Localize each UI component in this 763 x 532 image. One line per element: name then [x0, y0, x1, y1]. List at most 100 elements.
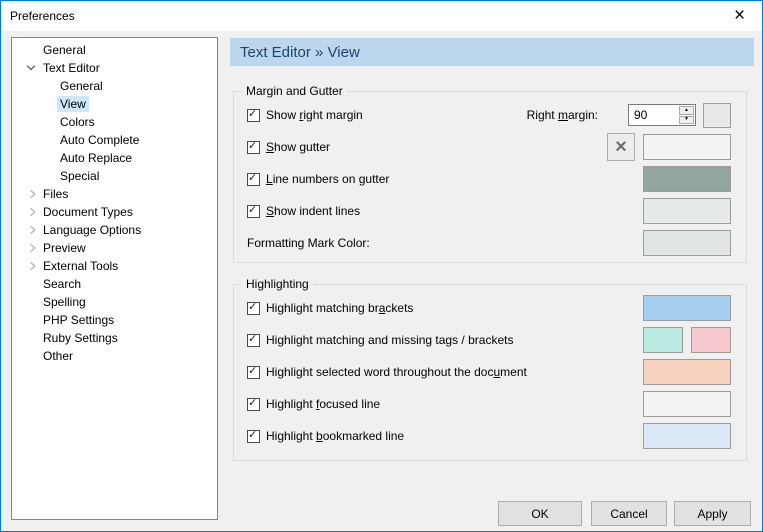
sidebar-item-ruby-settings[interactable]: Ruby Settings	[12, 329, 217, 347]
row-show-right-margin: ✓ Show right margin Right margin: 90 ▲ ▼	[234, 99, 746, 131]
check-icon: ✓	[248, 300, 257, 313]
chevron-spacer	[24, 44, 40, 57]
highlight-bookmarked-line-checkbox[interactable]: ✓	[247, 430, 260, 443]
row-highlight-matching-brackets: ✓ Highlight matching brackets	[234, 292, 746, 324]
cancel-button[interactable]: Cancel	[591, 501, 667, 526]
apply-button[interactable]: Apply	[674, 501, 751, 526]
formatting-mark-color-swatch[interactable]	[643, 230, 731, 256]
chevron-spacer	[24, 296, 40, 309]
right-margin-spinner[interactable]: 90 ▲ ▼	[628, 104, 696, 126]
line-numbers-color-swatch[interactable]	[643, 166, 731, 192]
selected-word-color-swatch[interactable]	[643, 359, 731, 385]
show-gutter-checkbox[interactable]: ✓	[247, 141, 260, 154]
line-numbers-label[interactable]: Line numbers on gutter	[266, 172, 389, 186]
spinner-down-icon[interactable]: ▼	[679, 116, 694, 125]
show-gutter-label[interactable]: Show gutter	[266, 140, 330, 154]
highlight-selected-word-checkbox[interactable]: ✓	[247, 366, 260, 379]
chevron-down-icon[interactable]	[24, 62, 40, 75]
chevron-right-icon[interactable]	[24, 260, 40, 273]
check-icon: ✓	[248, 428, 257, 441]
highlight-focused-line-label[interactable]: Highlight focused line	[266, 397, 380, 411]
bookmarked-line-color-swatch[interactable]	[643, 423, 731, 449]
sidebar-item-preview[interactable]: Preview	[12, 239, 217, 257]
chevron-spacer	[24, 278, 40, 291]
sidebar-item-te-auto-replace[interactable]: Auto Replace	[12, 149, 217, 167]
chevron-right-icon[interactable]	[24, 188, 40, 201]
row-highlight-bookmarked-line: ✓ Highlight bookmarked line	[234, 420, 746, 452]
sidebar-item-te-special[interactable]: Special	[12, 167, 217, 185]
sidebar-item-general[interactable]: General	[12, 41, 217, 59]
sidebar-item-text-editor[interactable]: Text Editor	[12, 59, 217, 77]
group-highlighting-label: Highlighting	[242, 277, 313, 291]
right-margin-value[interactable]: 90	[629, 105, 678, 125]
check-icon: ✓	[248, 396, 257, 409]
highlight-matching-brackets-label[interactable]: Highlight matching brackets	[266, 301, 413, 315]
indent-lines-color-swatch[interactable]	[643, 198, 731, 224]
highlighting-rows: ✓ Highlight matching brackets ✓ Highligh…	[234, 285, 746, 452]
page-title: Text Editor » View	[230, 38, 754, 66]
check-icon: ✓	[248, 332, 257, 345]
clear-x-icon: ×	[615, 137, 627, 157]
show-right-margin-label[interactable]: Show right margin	[266, 108, 363, 122]
sidebar-item-spelling[interactable]: Spelling	[12, 293, 217, 311]
highlight-tags-brackets-checkbox[interactable]: ✓	[247, 334, 260, 347]
sidebar-item-files[interactable]: Files	[12, 185, 217, 203]
gutter-color-swatch[interactable]	[643, 134, 731, 160]
clear-gutter-color-button[interactable]: ×	[607, 133, 635, 161]
formatting-mark-color-label: Formatting Mark Color:	[247, 236, 370, 250]
highlight-focused-line-checkbox[interactable]: ✓	[247, 398, 260, 411]
matching-brackets-color-swatch[interactable]	[643, 295, 731, 321]
highlight-tags-brackets-label[interactable]: Highlight matching and missing tags / br…	[266, 333, 513, 347]
highlight-bookmarked-line-label[interactable]: Highlight bookmarked line	[266, 429, 404, 443]
sidebar-item-te-view[interactable]: View	[12, 95, 217, 113]
chevron-right-icon[interactable]	[24, 224, 40, 237]
chevron-right-icon[interactable]	[24, 206, 40, 219]
chevron-spacer	[24, 314, 40, 327]
check-icon: ✓	[248, 171, 257, 184]
spinner-up-icon[interactable]: ▲	[679, 106, 694, 115]
matching-tags-color-swatch[interactable]	[643, 327, 683, 353]
sidebar-item-search[interactable]: Search	[12, 275, 217, 293]
focused-line-color-swatch[interactable]	[643, 391, 731, 417]
right-margin-color-swatch[interactable]	[703, 103, 731, 128]
sidebar-item-te-auto-complete[interactable]: Auto Complete	[12, 131, 217, 149]
check-icon: ✓	[248, 364, 257, 377]
titlebar[interactable]: Preferences ×	[1, 1, 762, 31]
row-highlight-tags-brackets: ✓ Highlight matching and missing tags / …	[234, 324, 746, 356]
show-right-margin-checkbox[interactable]: ✓	[247, 109, 260, 122]
sidebar-item-language-options[interactable]: Language Options	[12, 221, 217, 239]
close-icon[interactable]: ×	[717, 1, 762, 30]
margin-gutter-rows: ✓ Show right margin Right margin: 90 ▲ ▼…	[234, 92, 746, 259]
row-formatting-mark-color: Formatting Mark Color:	[234, 227, 746, 259]
page-title-text: Text Editor » View	[240, 44, 360, 61]
chevron-spacer	[24, 332, 40, 345]
check-icon: ✓	[248, 203, 257, 216]
right-margin-label: Right margin:	[527, 108, 598, 122]
missing-tags-color-swatch[interactable]	[691, 327, 731, 353]
spinner-buttons: ▲ ▼	[678, 105, 695, 125]
row-highlight-focused-line: ✓ Highlight focused line	[234, 388, 746, 420]
chevron-right-icon[interactable]	[24, 242, 40, 255]
show-indent-lines-label[interactable]: Show indent lines	[266, 204, 360, 218]
group-margin-gutter-label: Margin and Gutter	[242, 84, 347, 98]
group-highlighting: Highlighting ✓ Highlight matching bracke…	[233, 284, 747, 461]
sidebar-item-other[interactable]: Other	[12, 347, 217, 365]
row-line-numbers: ✓ Line numbers on gutter	[234, 163, 746, 195]
check-icon: ✓	[248, 107, 257, 120]
highlight-selected-word-label[interactable]: Highlight selected word throughout the d…	[266, 365, 527, 379]
row-highlight-selected-word: ✓ Highlight selected word throughout the…	[234, 356, 746, 388]
sidebar-item-document-types[interactable]: Document Types	[12, 203, 217, 221]
sidebar-item-te-general[interactable]: General	[12, 77, 217, 95]
sidebar-item-te-colors[interactable]: Colors	[12, 113, 217, 131]
chevron-spacer	[24, 350, 40, 363]
line-numbers-checkbox[interactable]: ✓	[247, 173, 260, 186]
ok-button[interactable]: OK	[498, 501, 582, 526]
preferences-dialog: Preferences × General Text Editor Genera…	[0, 0, 763, 532]
sidebar-item-external-tools[interactable]: External Tools	[12, 257, 217, 275]
group-margin-gutter: Margin and Gutter ✓ Show right margin Ri…	[233, 91, 747, 263]
show-indent-lines-checkbox[interactable]: ✓	[247, 205, 260, 218]
highlight-matching-brackets-checkbox[interactable]: ✓	[247, 302, 260, 315]
row-show-gutter: ✓ Show gutter ×	[234, 131, 746, 163]
window-title: Preferences	[10, 9, 75, 23]
sidebar-item-php-settings[interactable]: PHP Settings	[12, 311, 217, 329]
